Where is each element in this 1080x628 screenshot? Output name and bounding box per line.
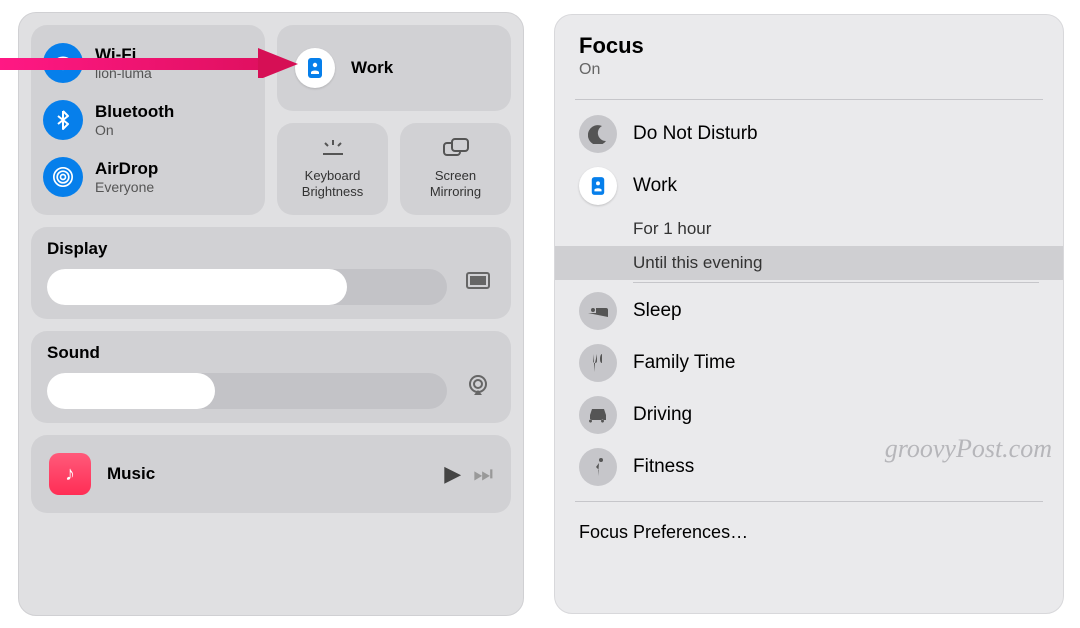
bluetooth-label: Bluetooth (95, 102, 174, 122)
sound-label: Sound (47, 343, 100, 362)
badge-icon (579, 167, 617, 205)
airdrop-label: AirDrop (95, 159, 158, 179)
focus-mode-dnd[interactable]: Do Not Disturb (555, 108, 1063, 160)
play-icon[interactable]: ▶ (444, 461, 461, 487)
focus-panel: Focus On Do Not Disturb Work For 1 hour … (554, 14, 1064, 614)
focus-mode-family[interactable]: Family Time (555, 337, 1063, 389)
divider (575, 501, 1043, 502)
music-tile[interactable]: ♪ Music ▶ ⏭ (31, 435, 511, 513)
bluetooth-status: On (95, 122, 174, 138)
airplay-audio-icon[interactable] (461, 369, 495, 403)
bluetooth-toggle[interactable]: Bluetooth On (43, 94, 253, 146)
display-menu-icon[interactable] (461, 265, 495, 299)
focus-tile[interactable]: Work (277, 25, 511, 111)
music-app-icon: ♪ (49, 453, 91, 495)
utensils-icon (579, 344, 617, 382)
network-tile: Wi-Fi lion-luma Bluetooth On AirDrop (31, 25, 265, 215)
airdrop-toggle[interactable]: AirDrop Everyone (43, 151, 253, 203)
moon-icon (579, 115, 617, 153)
divider (633, 282, 1039, 283)
divider (575, 99, 1043, 100)
focus-preferences-link[interactable]: Focus Preferences… (555, 510, 1063, 555)
wifi-icon (43, 43, 83, 83)
wifi-label: Wi-Fi (95, 45, 152, 65)
next-icon[interactable]: ⏭ (473, 461, 493, 487)
music-label: Music (107, 464, 155, 484)
running-icon (579, 448, 617, 486)
focus-mode-sleep[interactable]: Sleep (555, 285, 1063, 337)
airdrop-status: Everyone (95, 179, 158, 195)
keyboard-brightness-icon (319, 138, 347, 164)
bluetooth-icon (43, 100, 83, 140)
screen-mirroring-label: Screen Mirroring (430, 168, 481, 199)
sound-tile: Sound (31, 331, 511, 423)
watermark: groovyPost.com (885, 434, 1052, 464)
wifi-network: lion-luma (95, 65, 152, 81)
display-slider[interactable]: ☀︎ (47, 269, 447, 305)
focus-mode-work[interactable]: Work (555, 160, 1063, 212)
badge-icon (295, 48, 335, 88)
focus-panel-title: Focus (579, 33, 1039, 59)
screen-mirroring-button[interactable]: Screen Mirroring (400, 123, 511, 215)
keyboard-brightness-label: Keyboard Brightness (302, 168, 363, 199)
sound-slider[interactable] (47, 373, 447, 409)
keyboard-brightness-button[interactable]: Keyboard Brightness (277, 123, 388, 215)
car-icon (579, 396, 617, 434)
wifi-toggle[interactable]: Wi-Fi lion-luma (43, 37, 253, 89)
screen-mirroring-icon (443, 138, 469, 164)
focus-label: Work (351, 58, 393, 78)
focus-duration-evening[interactable]: Until this evening (555, 246, 1063, 280)
airdrop-icon (43, 157, 83, 197)
display-tile: Display ☀︎ (31, 227, 511, 319)
control-center-panel: Wi-Fi lion-luma Bluetooth On AirDrop (18, 12, 524, 616)
focus-duration-1h[interactable]: For 1 hour (555, 212, 1063, 246)
bed-icon (579, 292, 617, 330)
focus-panel-status: On (579, 61, 1039, 79)
display-label: Display (47, 239, 107, 258)
